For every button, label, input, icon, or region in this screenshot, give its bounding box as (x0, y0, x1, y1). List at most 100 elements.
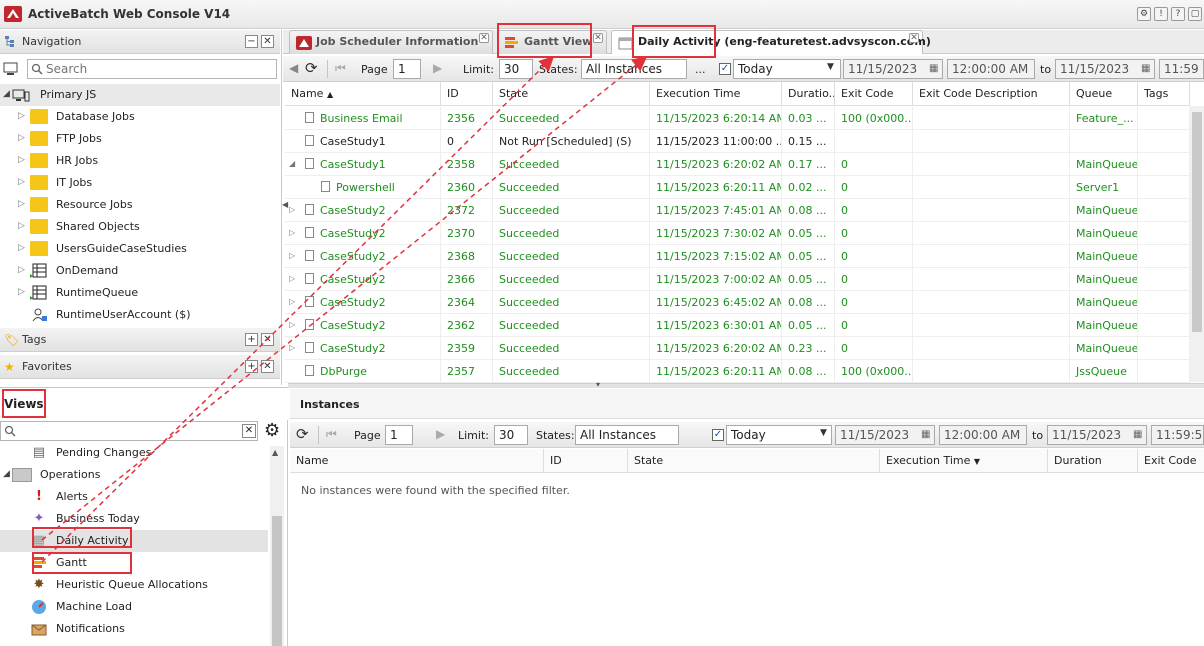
calendar-icon[interactable]: ▦ (1141, 63, 1150, 74)
states-ellipsis-button[interactable]: ... (695, 63, 706, 76)
add-favorite-button[interactable]: + (245, 360, 258, 373)
job-name[interactable]: CaseStudy1 (320, 135, 386, 148)
instances-limit-input[interactable]: 30 (494, 425, 528, 445)
to-date-input[interactable]: 11/15/2023 (1055, 59, 1155, 79)
from-time-input[interactable]: 12:00:00 AM (947, 59, 1035, 79)
table-row[interactable]: CaseStudy1 0 Not Run [Scheduled] (S) 11/15/… (285, 130, 1190, 153)
help-icon[interactable]: ? (1171, 7, 1185, 21)
close-favorites-button[interactable]: ✕ (261, 360, 274, 373)
tree-item-hr-jobs[interactable]: ▷ HR Jobs (0, 150, 280, 172)
column-header-id[interactable]: ID (441, 82, 493, 106)
settings-icon[interactable]: ⚙ (1137, 7, 1151, 21)
column-header-duration[interactable]: Duration (1048, 449, 1138, 473)
views-scrollbar[interactable]: ▲ (270, 446, 284, 646)
tree-item-runtimequeue[interactable]: ▷ RuntimeQueue (0, 282, 280, 304)
tags-header[interactable]: 🏷 Tags + ✕ (0, 328, 280, 352)
table-row[interactable]: ▷ CaseStudy2 2368 Succeeded 11/15/2023 7:15:… (285, 245, 1190, 268)
job-name[interactable]: CaseStudy2 (320, 296, 386, 309)
states-input[interactable]: All Instances (581, 59, 687, 79)
page-input[interactable]: 1 (393, 59, 421, 79)
next-page-icon[interactable]: ▶ (436, 427, 445, 441)
next-page-icon[interactable]: ▶ (433, 61, 442, 75)
close-navigation-button[interactable]: ✕ (261, 35, 274, 48)
instances-to-time-input[interactable]: 11:59:59 (1151, 425, 1204, 445)
expand-arrow-icon[interactable]: ◢ (3, 89, 10, 99)
column-header-state[interactable]: State (628, 449, 880, 473)
job-name[interactable]: Business Email (320, 112, 403, 125)
column-header-name[interactable]: Name (290, 449, 544, 473)
calendar-icon[interactable]: ▦ (929, 63, 938, 74)
add-tag-button[interactable]: + (245, 333, 258, 346)
table-row[interactable]: ▷ CaseStudy2 2370 Succeeded 11/15/2023 7:30:… (285, 222, 1190, 245)
close-tab-icon[interactable]: ✕ (479, 33, 489, 43)
tree-item-shared-objects[interactable]: ▷ Shared Objects (0, 216, 280, 238)
job-name[interactable]: CaseStudy2 (320, 319, 386, 332)
column-header-duration[interactable]: Duratio... (782, 82, 835, 106)
date-range-checkbox[interactable]: ✓ (719, 63, 731, 75)
tree-item-ftp-jobs[interactable]: ▷ FTP Jobs (0, 128, 280, 150)
instances-page-input[interactable]: 1 (385, 425, 413, 445)
expand-arrow-icon[interactable]: ▷ (18, 177, 25, 187)
table-row[interactable]: DbPurge 2357 Succeeded 11/15/2023 6:20:11 A… (285, 360, 1190, 383)
column-header-exit-code[interactable]: Exit Code (1138, 449, 1204, 473)
window-menu-icon[interactable]: ▢ (1188, 7, 1202, 21)
clear-search-button[interactable]: ✕ (242, 424, 256, 438)
job-name[interactable]: Powershell (336, 181, 395, 194)
column-header-id[interactable]: ID (544, 449, 628, 473)
close-tab-icon[interactable]: ✕ (593, 33, 603, 43)
view-item-heuristic-queue-allocations[interactable]: ✸ Heuristic Queue Allocations (0, 574, 268, 596)
chevron-down-icon[interactable]: ▼ (827, 62, 834, 72)
column-header-tags[interactable]: Tags (1138, 82, 1190, 106)
scrollbar-thumb[interactable] (1192, 112, 1202, 332)
chevron-down-icon[interactable]: ▾ (596, 380, 600, 389)
date-range-checkbox[interactable]: ✓ (712, 429, 724, 441)
gear-icon[interactable]: ⚙ (264, 421, 280, 441)
column-header-execution-time[interactable]: Execution Time (650, 82, 782, 106)
job-name[interactable]: DbPurge (320, 365, 367, 378)
column-header-name[interactable]: Name ▲ (285, 82, 441, 106)
expand-arrow-icon[interactable]: ▷ (18, 265, 25, 275)
instances-from-date-input[interactable]: 11/15/2023 (835, 425, 935, 445)
from-date-input[interactable]: 11/15/2023 (843, 59, 943, 79)
job-name[interactable]: CaseStudy2 (320, 250, 386, 263)
first-page-icon[interactable]: ⏮ (326, 427, 337, 442)
tree-item-usersguidecasestudies[interactable]: ▷ UsersGuideCaseStudies (0, 238, 280, 260)
job-name[interactable]: CaseStudy2 (320, 227, 386, 240)
table-row[interactable]: ▷ CaseStudy2 2372 Succeeded 11/15/2023 7:45:… (285, 199, 1190, 222)
tree-item-resource-jobs[interactable]: ▷ Resource Jobs (0, 194, 280, 216)
table-row[interactable]: ▷ CaseStudy2 2366 Succeeded 11/15/2023 7:00:… (285, 268, 1190, 291)
column-header-state[interactable]: State (493, 82, 650, 106)
tree-item-runtimeuseraccount[interactable]: RuntimeUserAccount ($) (0, 304, 280, 326)
job-name[interactable]: CaseStudy2 (320, 273, 386, 286)
calendar-icon[interactable]: ▦ (921, 429, 930, 440)
tab-job-scheduler-information[interactable]: Job Scheduler Information ✕ (289, 30, 493, 54)
back-icon[interactable]: ◀ (289, 61, 298, 75)
expand-arrow-icon[interactable]: ▷ (18, 287, 25, 297)
expand-arrow-icon[interactable]: ▷ (18, 243, 25, 253)
favorites-header[interactable]: ★ Favorites + ✕ (0, 355, 280, 379)
expand-arrow-icon[interactable]: ▷ (18, 133, 25, 143)
column-header-queue[interactable]: Queue (1070, 82, 1138, 106)
tree-item-it-jobs[interactable]: ▷ IT Jobs (0, 172, 280, 194)
activity-grid-scrollbar[interactable] (1190, 106, 1204, 382)
column-header-execution-time[interactable]: Execution Time ▼ (880, 449, 1048, 473)
info-icon[interactable]: ! (1154, 7, 1168, 21)
job-name[interactable]: CaseStudy1 (320, 158, 386, 171)
computer-icon[interactable] (3, 62, 21, 76)
navigation-search-input[interactable] (27, 59, 277, 79)
panel-splitter[interactable]: ▾ (288, 380, 1204, 389)
date-range-select[interactable]: Today (733, 59, 841, 79)
view-item-operations[interactable]: ◢ Operations (0, 464, 268, 486)
tree-item-database-jobs[interactable]: ▷ Database Jobs (0, 106, 280, 128)
refresh-icon[interactable]: ⟳ (296, 425, 309, 443)
view-item-machine-load[interactable]: Machine Load (0, 596, 268, 618)
chevron-down-icon[interactable]: ▼ (820, 428, 827, 438)
column-header-exit-code[interactable]: Exit Code (835, 82, 913, 106)
column-header-exit-code-description[interactable]: Exit Code Description (913, 82, 1070, 106)
view-item-pending-changes[interactable]: ▤ Pending Changes (0, 442, 268, 464)
tree-item-ondemand[interactable]: ▷ OnDemand (0, 260, 280, 282)
scroll-up-icon[interactable]: ▲ (272, 448, 278, 457)
table-row[interactable]: Business Email 2356 Succeeded 11/15/2023 6:… (285, 107, 1190, 130)
view-item-notifications[interactable]: Notifications (0, 618, 268, 640)
view-item-alerts[interactable]: ! Alerts (0, 486, 268, 508)
